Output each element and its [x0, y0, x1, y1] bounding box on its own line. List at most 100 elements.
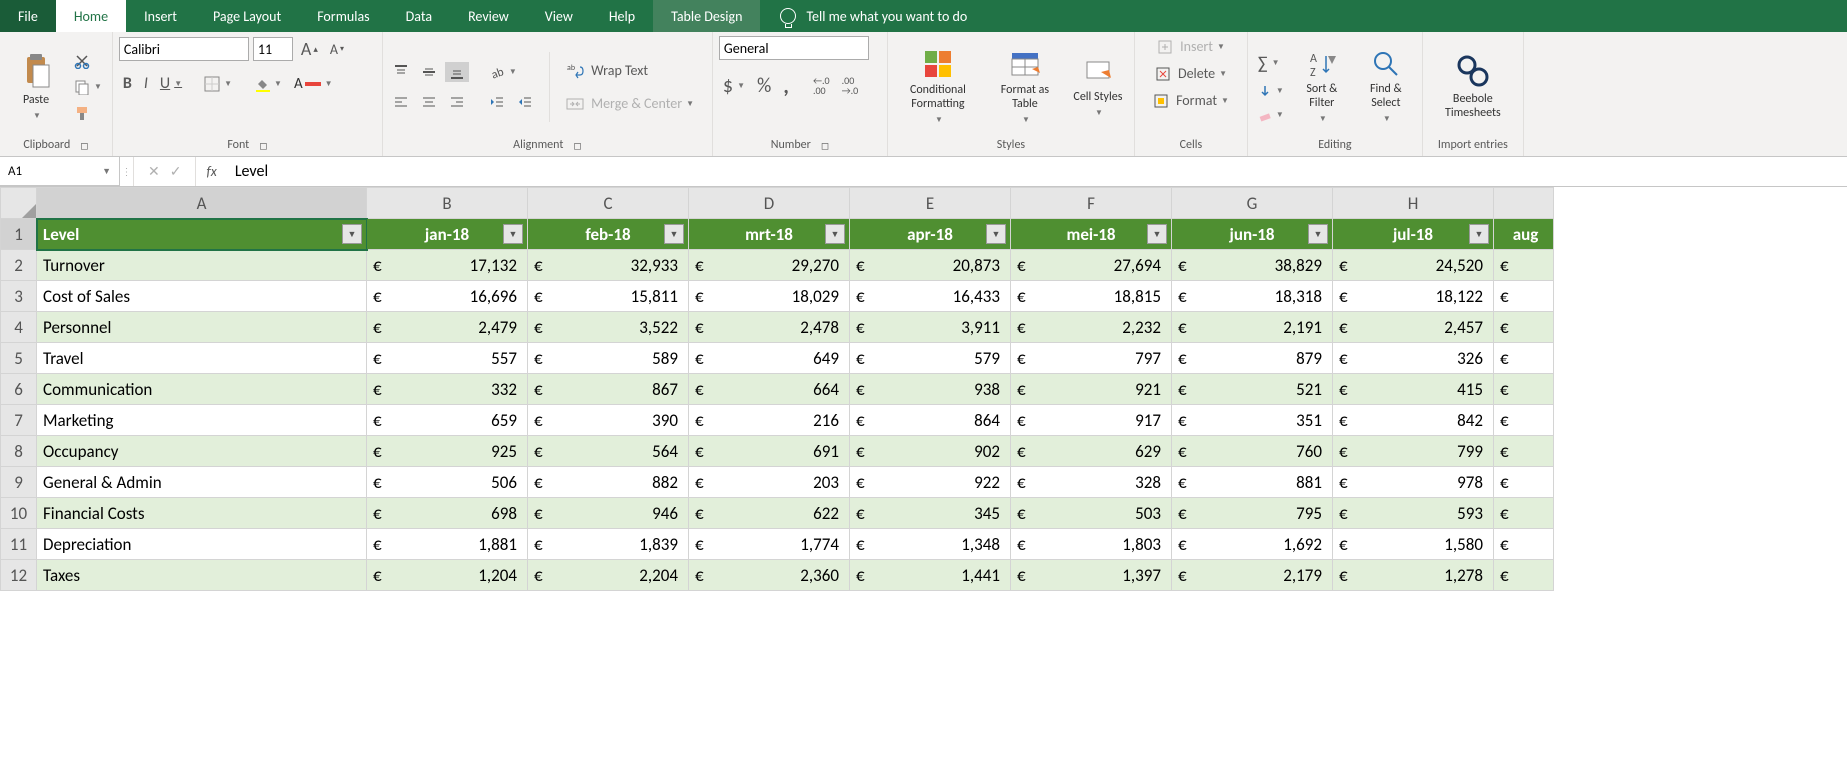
decrease-decimal-icon[interactable]: .00→.0 — [838, 74, 863, 98]
italic-button[interactable]: I — [140, 72, 152, 95]
table-cell[interactable]: €32,933 — [528, 250, 689, 281]
borders-button[interactable]: ▼ — [200, 74, 236, 94]
tab-home[interactable]: Home — [56, 0, 126, 32]
table-header-cell[interactable]: mei-18▼ — [1011, 219, 1172, 250]
table-cell[interactable]: €917 — [1011, 405, 1172, 436]
row-header[interactable]: 5 — [1, 343, 37, 374]
bold-button[interactable]: B — [119, 72, 136, 95]
table-cell[interactable]: €664 — [689, 374, 850, 405]
cell-styles-button[interactable]: Cell Styles▼ — [1068, 54, 1128, 120]
column-header[interactable]: D — [689, 188, 850, 219]
column-header[interactable]: B — [367, 188, 528, 219]
table-cell[interactable]: €1,803 — [1011, 529, 1172, 560]
table-cell[interactable]: €629 — [1011, 436, 1172, 467]
align-right-icon[interactable] — [445, 92, 469, 112]
table-cell[interactable]: €589 — [528, 343, 689, 374]
row-header[interactable]: 4 — [1, 312, 37, 343]
tab-help[interactable]: Help — [591, 0, 653, 32]
table-cell[interactable]: € — [1494, 312, 1554, 343]
table-cell[interactable]: €881 — [1172, 467, 1333, 498]
column-header[interactable]: A — [37, 188, 367, 219]
filter-dropdown-icon[interactable]: ▼ — [503, 224, 523, 244]
filter-dropdown-icon[interactable]: ▼ — [342, 224, 362, 244]
table-header-cell[interactable]: jul-18▼ — [1333, 219, 1494, 250]
tab-insert[interactable]: Insert — [126, 0, 195, 32]
table-cell[interactable]: € — [1494, 436, 1554, 467]
column-header[interactable]: C — [528, 188, 689, 219]
fill-button[interactable]: ▼ — [1254, 82, 1288, 100]
row-header[interactable]: 12 — [1, 560, 37, 591]
table-cell[interactable]: €797 — [1011, 343, 1172, 374]
format-cells-button[interactable]: Format▼ — [1149, 90, 1233, 111]
table-cell[interactable]: € — [1494, 250, 1554, 281]
table-cell[interactable]: Depreciation — [37, 529, 367, 560]
fx-icon[interactable]: fx — [196, 163, 226, 180]
filter-dropdown-icon[interactable]: ▼ — [1469, 224, 1489, 244]
table-cell[interactable]: €27,694 — [1011, 250, 1172, 281]
tab-formulas[interactable]: Formulas — [299, 0, 387, 32]
row-header[interactable]: 2 — [1, 250, 37, 281]
orientation-icon[interactable]: ab▼ — [485, 62, 521, 82]
table-cell[interactable]: €326 — [1333, 343, 1494, 374]
table-cell[interactable]: €2,232 — [1011, 312, 1172, 343]
table-cell[interactable]: €921 — [1011, 374, 1172, 405]
table-cell[interactable]: € — [1494, 467, 1554, 498]
table-cell[interactable]: € — [1494, 405, 1554, 436]
table-cell[interactable]: €842 — [1333, 405, 1494, 436]
table-cell[interactable]: €922 — [850, 467, 1011, 498]
table-cell[interactable]: €38,829 — [1172, 250, 1333, 281]
filter-dropdown-icon[interactable]: ▼ — [1147, 224, 1167, 244]
table-header-cell[interactable]: jun-18▼ — [1172, 219, 1333, 250]
table-cell[interactable]: €1,397 — [1011, 560, 1172, 591]
increase-font-icon[interactable]: A▴ — [297, 36, 322, 62]
name-box-expand-icon[interactable]: ⋮ — [120, 157, 134, 186]
tab-file[interactable]: File — [0, 0, 56, 32]
enter-formula-icon[interactable]: ✓ — [170, 163, 182, 180]
table-cell[interactable]: €579 — [850, 343, 1011, 374]
table-cell[interactable]: €3,522 — [528, 312, 689, 343]
table-cell[interactable]: €16,696 — [367, 281, 528, 312]
table-cell[interactable]: €649 — [689, 343, 850, 374]
table-cell[interactable]: €328 — [1011, 467, 1172, 498]
format-as-table-button[interactable]: Format as Table▼ — [986, 47, 1064, 127]
table-cell[interactable]: Financial Costs — [37, 498, 367, 529]
table-cell[interactable]: €1,204 — [367, 560, 528, 591]
table-cell[interactable]: €795 — [1172, 498, 1333, 529]
table-cell[interactable]: €351 — [1172, 405, 1333, 436]
formula-input[interactable] — [227, 162, 1847, 181]
number-dialog-icon[interactable]: ◻ — [821, 139, 829, 152]
table-cell[interactable]: €2,478 — [689, 312, 850, 343]
filter-dropdown-icon[interactable]: ▼ — [825, 224, 845, 244]
table-cell[interactable]: €1,580 — [1333, 529, 1494, 560]
tell-me-input[interactable] — [806, 8, 1106, 25]
format-painter-button[interactable] — [70, 103, 106, 123]
table-header-cell[interactable]: mrt-18▼ — [689, 219, 850, 250]
table-cell[interactable]: €2,191 — [1172, 312, 1333, 343]
beebole-timesheets-button[interactable]: Beebole Timesheets — [1429, 52, 1517, 122]
table-cell[interactable]: €1,881 — [367, 529, 528, 560]
conditional-formatting-button[interactable]: Conditional Formatting▼ — [894, 47, 982, 127]
select-all-corner[interactable] — [1, 188, 37, 219]
decrease-font-icon[interactable]: A▾ — [326, 39, 348, 60]
filter-dropdown-icon[interactable]: ▼ — [1308, 224, 1328, 244]
table-cell[interactable]: €521 — [1172, 374, 1333, 405]
table-header-cell[interactable]: apr-18▼ — [850, 219, 1011, 250]
alignment-dialog-icon[interactable]: ◻ — [573, 139, 581, 152]
percent-format-icon[interactable]: % — [753, 72, 775, 100]
table-cell[interactable]: €925 — [367, 436, 528, 467]
autosum-button[interactable]: ∑▼ — [1254, 50, 1288, 76]
table-cell[interactable]: General & Admin — [37, 467, 367, 498]
copy-button[interactable]: ▼ — [70, 77, 106, 97]
tab-table-design[interactable]: Table Design — [653, 0, 760, 32]
table-header-cell[interactable]: aug — [1494, 219, 1554, 250]
table-cell[interactable]: €799 — [1333, 436, 1494, 467]
table-cell[interactable]: € — [1494, 374, 1554, 405]
increase-indent-icon[interactable] — [513, 92, 537, 112]
table-cell[interactable]: €2,457 — [1333, 312, 1494, 343]
table-cell[interactable]: €15,811 — [528, 281, 689, 312]
table-cell[interactable]: €1,278 — [1333, 560, 1494, 591]
row-header[interactable]: 3 — [1, 281, 37, 312]
table-cell[interactable]: € — [1494, 343, 1554, 374]
table-cell[interactable]: €557 — [367, 343, 528, 374]
table-cell[interactable]: Marketing — [37, 405, 367, 436]
